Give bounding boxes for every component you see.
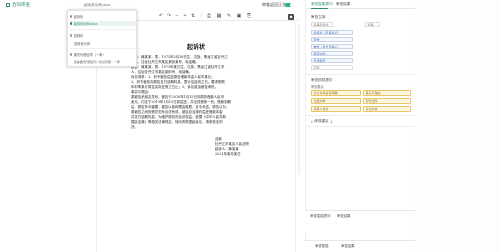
dropdown-item-label: 民事委托代理合同（诉讼代理）-一审 — [74, 60, 120, 64]
dropdown-item[interactable]: 委托代理合同（一审） — [70, 52, 106, 57]
risk-chip[interactable]: 证据清单 — [311, 98, 361, 104]
dropdown-item[interactable]: 民事委托代理合同（诉讼代理）-一审 — [74, 60, 120, 64]
tab-review-result-2[interactable]: 审查结果 — [337, 213, 351, 218]
dropdown-divider — [70, 48, 136, 49]
radio-icon — [70, 22, 73, 25]
tab-review-result-3[interactable]: 审查结果 — [341, 243, 355, 248]
section-title-text: 审查风险提示 — [311, 78, 333, 82]
dropdown-item-label: 委托代理合同（一审） — [73, 53, 106, 57]
doc-line: 某元，约定于2019年1月15日前偿还，并出具借条一份。借款到期 — [131, 100, 231, 104]
signature-date: 2021年某月某日 — [215, 152, 241, 156]
section-divider — [306, 115, 416, 116]
dropdown-item-label: 起诉状 — [73, 15, 84, 19]
bottom-panel-2: 审查智能 审查结果 — [305, 240, 415, 252]
doc-line: 市人，住址牡丹江市某区某街某号，电话略。 — [131, 60, 199, 64]
risk-subtitle: 审查要点 — [311, 85, 324, 89]
dropdown-item-label: 答辩状 — [73, 34, 84, 38]
document-toolbar: ↶ ↷ − + ⇅ | ⎙ ▦ ✎ ▣ ⎘ ◆ — [136, 12, 299, 21]
contract-type-select[interactable]: 民事起诉状 — [311, 22, 333, 27]
document-type-field[interactable]: 起诉状（民事诉讼） — [311, 30, 353, 35]
dropdown-item[interactable]: 起诉状 — [70, 14, 83, 19]
doc-line: 并支付逾期利息。为维护原告的合法权益，依据《中华人民共和 — [131, 115, 226, 119]
document-scrollbar[interactable] — [298, 24, 300, 174]
section-title-text: 审查立场 — [311, 15, 326, 19]
select-button[interactable]: 选择 — [365, 22, 380, 27]
signature-line: 起诉人：薛某某 — [215, 147, 239, 151]
brand-label: 合同审查 — [12, 2, 30, 7]
print-icon[interactable]: ⎙ — [206, 13, 212, 20]
risk-chip[interactable]: 诉讼请求是否明确 — [311, 90, 361, 96]
sort-icon[interactable]: ⇅ — [190, 13, 196, 20]
review-level-field[interactable]: 普通审查 — [311, 58, 353, 63]
share-icon[interactable]: ⎘ — [246, 13, 252, 20]
dropdown-item[interactable]: 答辩状示例 — [74, 41, 90, 46]
radio-icon — [70, 15, 73, 18]
section-title-text: 修改建议 — [314, 119, 329, 123]
active-tab-indicator — [311, 8, 328, 9]
redo-icon[interactable]: ↷ — [166, 13, 172, 20]
blank-pane — [415, 0, 500, 252]
doc-line: 事实与理由： — [131, 90, 152, 94]
doc-line: 被告：薛某某，男，1973年某日生，汉族，黑龙江省牡丹江市 — [131, 65, 225, 69]
risk-chip[interactable]: 当事人信息 — [311, 106, 361, 112]
tab-smart-3[interactable]: 审查智能 — [315, 243, 329, 248]
risk-chip[interactable]: 事实与理由 — [363, 90, 411, 96]
return-toggle[interactable] — [285, 2, 294, 7]
section-title-stance: 审查立场 — [311, 15, 325, 20]
doc-line: 原被告之间的借贷关系合法有效，被告应当按约偿还借款本金 — [131, 110, 223, 114]
dropdown-item[interactable]: 答辩状 — [70, 33, 83, 38]
tab-review-result[interactable]: 审查结果 — [336, 2, 350, 7]
tab-smart-questions-2[interactable]: 审查智能提问 — [310, 213, 330, 218]
doc-line: 牡丹江市某区人民法院 — [215, 142, 249, 146]
chevron-down-icon: ▾ — [311, 119, 313, 124]
plus-icon[interactable]: + — [182, 13, 188, 20]
document-dropdown: 起诉状 起诉状示例.docx 答辩状 答辩状示例 委托代理合同（一审） 民事委托… — [67, 10, 137, 67]
document-name[interactable]: 起诉状示例.docx — [84, 3, 111, 8]
suggest-count: 1 — [330, 119, 333, 124]
dropdown-item-selected[interactable]: 起诉状示例.docx — [70, 21, 136, 26]
edit-icon[interactable]: ✎ — [226, 13, 232, 20]
dispute-type-field[interactable]: 借贷纠纷 — [311, 51, 353, 56]
dropdown-item-label: 起诉状示例.docx — [73, 22, 98, 26]
return-to-text-label: 审查返回正文 — [262, 2, 286, 7]
review-tabs: 审查智能提问 审查结果 — [306, 0, 416, 9]
section-divider — [306, 74, 416, 75]
doc-line: 2、判令被告向原告支付逾期利息，暂计至起诉之日，要求按照 — [131, 80, 225, 84]
section-divider — [306, 126, 416, 127]
bottom-panel-1: 审查智能提问 审查结果 — [305, 210, 415, 232]
party-field[interactable]: 原告 — [311, 37, 353, 42]
doc-line: 决。 — [131, 125, 138, 129]
save-icon[interactable]: ▣ — [236, 13, 242, 20]
pin-icon[interactable]: ◆ — [288, 13, 294, 20]
opponent-field[interactable]: 被告（对方当事人） — [311, 44, 353, 49]
radio-icon — [70, 53, 73, 56]
section-title-suggest[interactable]: ▾ 修改建议 1 — [311, 119, 332, 124]
doc-line: 此致 — [215, 137, 222, 141]
minus-icon[interactable]: − — [174, 13, 180, 20]
doc-line: 人，住址牡丹江市某区某街号，电话略。 — [131, 70, 193, 74]
scope-field[interactable]: 不限 — [311, 65, 353, 70]
brand[interactable]: 合同审查 — [6, 2, 30, 8]
section-title-risk: 审查风险提示 — [311, 78, 333, 83]
grid-icon[interactable]: ▦ — [216, 13, 222, 20]
undo-icon[interactable]: ↶ — [158, 13, 164, 20]
risk-chip[interactable]: 诉讼时效 — [363, 106, 411, 112]
doc-line: 原被告系朋友关系。被告于2018年1月15日向原告借款人民币 — [131, 95, 225, 99]
radio-icon — [70, 34, 73, 37]
doc-line: 国民法典》等相关法律规定，特向贵院提起诉讼，请求依法判 — [131, 120, 223, 124]
doc-line: 诉讼请求：1、判令被告偿还原告借款本金人民币某元； — [131, 75, 215, 79]
toolbar-divider: | — [200, 13, 202, 19]
dropdown-divider — [70, 29, 136, 30]
logo-icon — [6, 3, 10, 7]
app-window: 合同审查 起诉状示例.docx 审查返回正文 ↶ ↷ − + ⇅ | ⎙ ▦ ✎… — [0, 0, 500, 252]
right-blank-area — [415, 0, 500, 252]
doc-line: 原告：薛某某，男，1973年5月18日生，汉族，黑龙江省牡丹江 — [131, 55, 228, 59]
dropdown-item-label: 答辩状示例 — [74, 42, 90, 46]
risk-chip[interactable]: 管辖法院 — [363, 98, 411, 104]
doc-line: 后，原告多次催要，被告以各种理由推脱，至今未还。原告认为， — [131, 105, 230, 109]
doc-line: 年利率某计算至实际还清之日止；3、诉讼费由被告承担。 — [131, 85, 218, 89]
tab-smart-questions[interactable]: 审查智能提问 — [311, 2, 333, 7]
